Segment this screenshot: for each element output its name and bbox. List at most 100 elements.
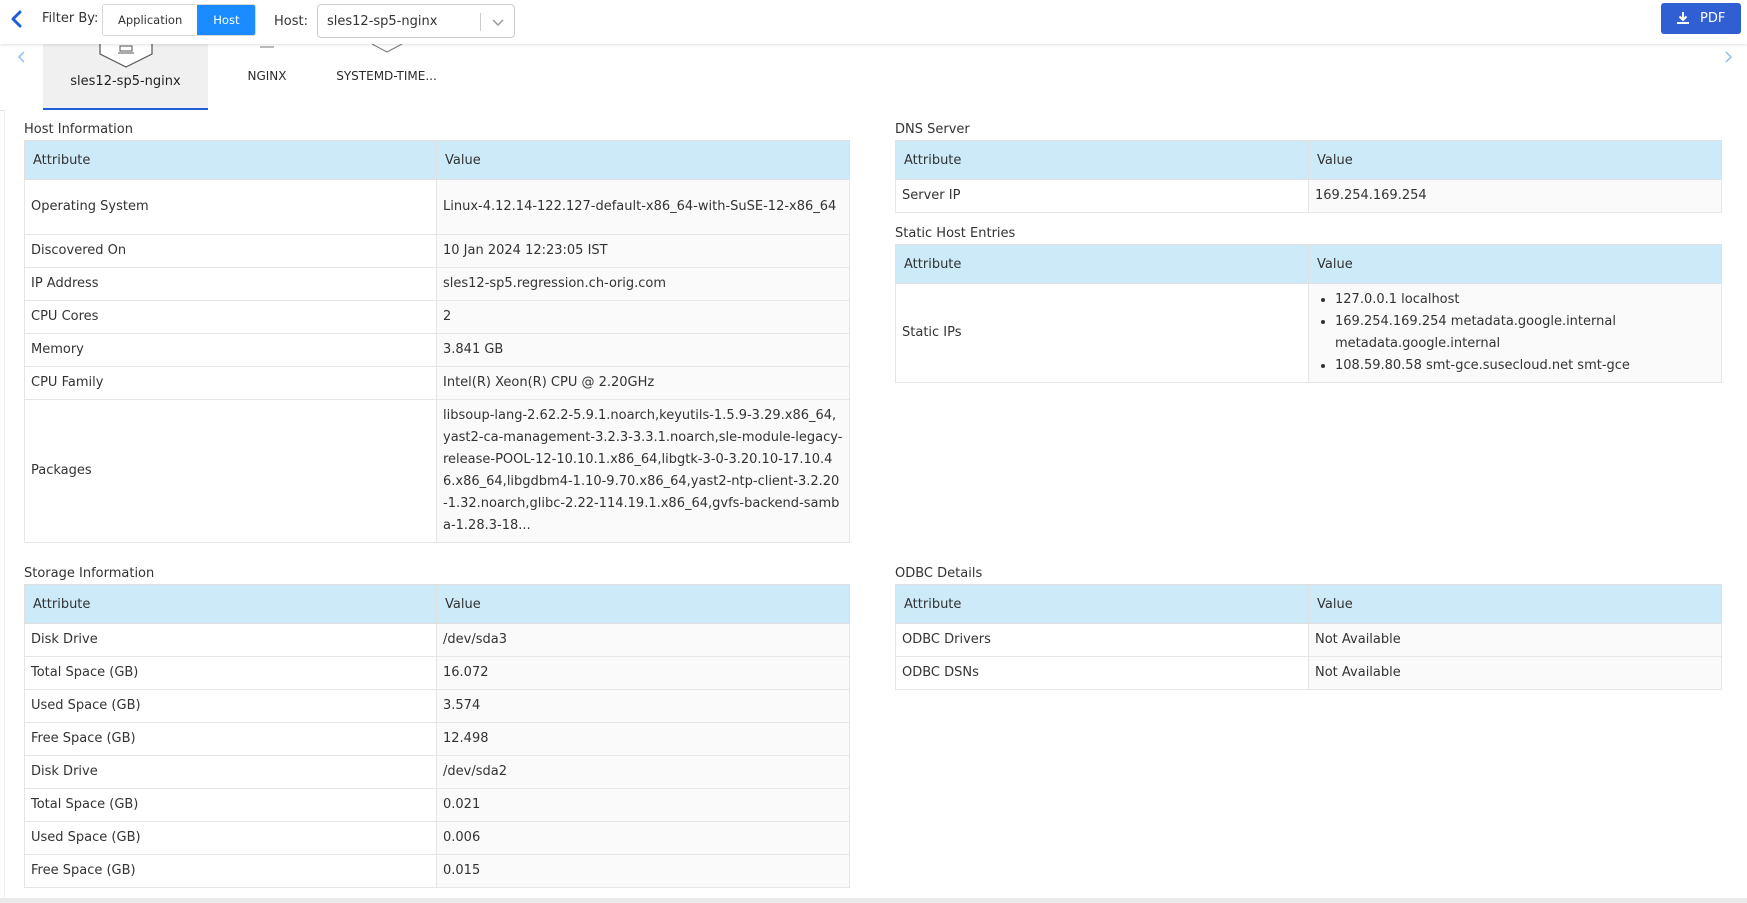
- attribute-cell: Packages: [24, 399, 437, 543]
- value-cell: 3.574: [436, 689, 850, 723]
- static-ip-list: 127.0.0.1 localhost 169.254.169.254 meta…: [1315, 289, 1715, 377]
- value-cell: 0.015: [436, 854, 850, 888]
- column-header: Attribute: [895, 584, 1309, 624]
- table-row: Used Space (GB) 3.574: [24, 689, 850, 723]
- column-header: Attribute: [24, 584, 437, 624]
- table-row: Disk Drive /dev/sda3: [24, 623, 850, 657]
- host-select[interactable]: sles12-sp5-nginx: [317, 4, 515, 38]
- value-cell: 127.0.0.1 localhost 169.254.169.254 meta…: [1308, 283, 1722, 383]
- tab-nginx[interactable]: NGINX: [232, 44, 302, 108]
- host-label: Host:: [274, 14, 308, 29]
- chevron-left-icon[interactable]: [15, 50, 29, 64]
- table-row: IP Address sles12-sp5.regression.ch-orig…: [24, 267, 850, 301]
- column-header: Value: [436, 584, 850, 624]
- download-icon: [1677, 12, 1689, 24]
- column-header: Value: [1308, 244, 1722, 284]
- table-row: Packages libsoup-lang-2.62.2-5.9.1.noarc…: [24, 399, 850, 543]
- value-cell: 0.006: [436, 821, 850, 855]
- storage-information-table: Attribute Value Disk Drive /dev/sda3 Tot…: [24, 584, 850, 888]
- table-row: CPU Family Intel(R) Xeon(R) CPU @ 2.20GH…: [24, 366, 850, 400]
- host-information-section: Host Information Attribute Value Operati…: [24, 120, 850, 543]
- attribute-cell: CPU Cores: [24, 300, 437, 334]
- server-icon: [98, 44, 153, 68]
- value-cell: sles12-sp5.regression.ch-orig.com: [436, 267, 850, 301]
- attribute-cell: Disk Drive: [24, 755, 437, 789]
- column-header: Attribute: [895, 244, 1309, 284]
- chevron-down-icon[interactable]: [490, 14, 506, 30]
- chevron-left-icon[interactable]: [8, 9, 24, 29]
- static-host-entries-table: Attribute Value Static IPs 127.0.0.1 loc…: [895, 244, 1722, 383]
- attribute-cell: Discovered On: [24, 234, 437, 268]
- list-item: 169.254.169.254 metadata.google.internal…: [1335, 311, 1715, 355]
- column-header: Value: [436, 140, 850, 180]
- value-cell: Linux-4.12.14-122.127-default-x86_64-wit…: [436, 179, 850, 235]
- filter-by-label: Filter By:: [42, 11, 99, 26]
- dns-server-table: Attribute Value Server IP 169.254.169.25…: [895, 140, 1722, 213]
- select-separator: [480, 13, 481, 31]
- static-host-entries-section: Static Host Entries Attribute Value Stat…: [895, 224, 1722, 383]
- section-title: ODBC Details: [895, 566, 983, 581]
- attribute-cell: Used Space (GB): [24, 821, 437, 855]
- table-row: ODBC Drivers Not Available: [895, 623, 1722, 657]
- table-row: Memory 3.841 GB: [24, 333, 850, 367]
- value-cell: 3.841 GB: [436, 333, 850, 367]
- filter-segmented-control: Application Host: [102, 4, 257, 36]
- value-cell: 169.254.169.254: [1308, 179, 1722, 213]
- value-cell: 16.072: [436, 656, 850, 690]
- top-toolbar: Filter By: Application Host Host: sles12…: [0, 0, 1747, 44]
- table-row: Static IPs 127.0.0.1 localhost 169.254.1…: [895, 283, 1722, 383]
- table-header-row: Attribute Value: [24, 140, 850, 180]
- attribute-cell: Memory: [24, 333, 437, 367]
- odbc-details-table: Attribute Value ODBC Drivers Not Availab…: [895, 584, 1722, 690]
- column-header: Attribute: [895, 140, 1309, 180]
- list-item: 108.59.80.58 smt-gce.susecloud.net smt-g…: [1335, 355, 1715, 377]
- attribute-cell: Static IPs: [895, 283, 1309, 383]
- attribute-cell: Operating System: [24, 179, 437, 235]
- column-header: Value: [1308, 584, 1722, 624]
- table-row: Disk Drive /dev/sda2: [24, 755, 850, 789]
- tab-sles12-sp5-nginx[interactable]: sles12-sp5-nginx: [43, 44, 208, 112]
- value-cell: 12.498: [436, 722, 850, 756]
- value-cell: /dev/sda3: [436, 623, 850, 657]
- section-title: Storage Information: [24, 566, 155, 581]
- value-cell: Not Available: [1308, 623, 1722, 657]
- tab-label: NGINX: [247, 69, 287, 83]
- table-row: Total Space (GB) 16.072: [24, 656, 850, 690]
- hexagon-icon: [260, 46, 274, 48]
- value-cell: 2: [436, 300, 850, 334]
- attribute-cell: Server IP: [895, 179, 1309, 213]
- pdf-button-label: PDF: [1700, 11, 1726, 26]
- table-row: Discovered On 10 Jan 2024 12:23:05 IST: [24, 234, 850, 268]
- filter-application-button[interactable]: Application: [103, 5, 198, 35]
- table-row: Free Space (GB) 0.015: [24, 854, 850, 888]
- attribute-cell: Total Space (GB): [24, 788, 437, 822]
- table-row: Used Space (GB) 0.006: [24, 821, 850, 855]
- host-details-content: Host Information Attribute Value Operati…: [4, 110, 1747, 900]
- chevron-right-icon[interactable]: [1721, 50, 1735, 64]
- attribute-cell: Disk Drive: [24, 623, 437, 657]
- tab-systemd-time[interactable]: SYSTEMD-TIME...: [330, 44, 443, 108]
- pdf-download-button[interactable]: PDF: [1661, 3, 1741, 34]
- value-cell: Not Available: [1308, 656, 1722, 690]
- table-row: ODBC DSNs Not Available: [895, 656, 1722, 690]
- tab-label: SYSTEMD-TIME...: [336, 69, 437, 83]
- odbc-details-section: ODBC Details Attribute Value ODBC Driver…: [895, 564, 1722, 690]
- value-cell: 0.021: [436, 788, 850, 822]
- value-cell: Intel(R) Xeon(R) CPU @ 2.20GHz: [436, 366, 850, 400]
- table-row: Operating System Linux-4.12.14-122.127-d…: [24, 179, 850, 235]
- attribute-cell: Used Space (GB): [24, 689, 437, 723]
- value-cell: /dev/sda2: [436, 755, 850, 789]
- bottom-scroll-track: [0, 898, 1747, 903]
- table-header-row: Attribute Value: [24, 584, 850, 624]
- hexagon-icon: [371, 44, 402, 53]
- tab-label: sles12-sp5-nginx: [70, 74, 181, 89]
- list-item: 127.0.0.1 localhost: [1335, 289, 1715, 311]
- attribute-cell: Free Space (GB): [24, 854, 437, 888]
- host-information-table: Attribute Value Operating System Linux-4…: [24, 140, 850, 543]
- table-header-row: Attribute Value: [895, 584, 1722, 624]
- value-cell: 10 Jan 2024 12:23:05 IST: [436, 234, 850, 268]
- filter-host-button[interactable]: Host: [197, 5, 256, 35]
- table-row: CPU Cores 2: [24, 300, 850, 334]
- attribute-cell: Free Space (GB): [24, 722, 437, 756]
- section-title: Host Information: [24, 122, 133, 137]
